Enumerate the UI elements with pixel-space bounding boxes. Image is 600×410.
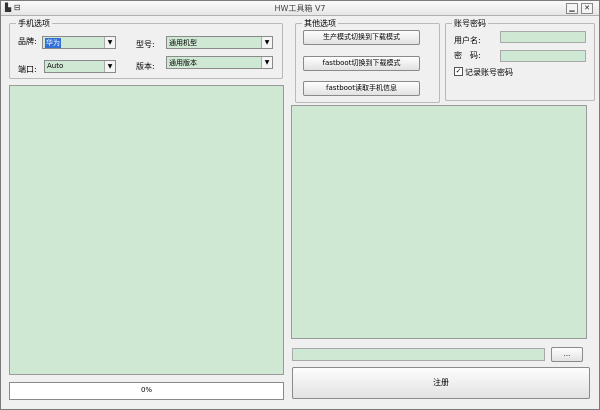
log-panel-right[interactable]: [291, 105, 587, 339]
browse-button[interactable]: ...: [551, 347, 583, 362]
version-value: 通用版本: [169, 59, 197, 67]
brand-select[interactable]: 华为 ▼: [42, 36, 116, 49]
phone-options-legend: 手机选项: [16, 18, 52, 29]
username-label: 用户名:: [454, 36, 481, 45]
password-input[interactable]: [500, 50, 586, 62]
fastboot-read-info-button[interactable]: fastboot读取手机信息: [303, 81, 420, 96]
port-select[interactable]: Auto ▼: [44, 60, 116, 73]
phone-options-group: 手机选项 品牌: 华为 ▼ 型号: 通用机型 ▼ 端口: Auto ▼ 版本: …: [9, 18, 283, 79]
log-panel-left[interactable]: [9, 85, 284, 375]
version-select[interactable]: 通用版本 ▼: [166, 56, 273, 69]
version-label: 版本:: [136, 62, 155, 71]
file-path-input[interactable]: [292, 348, 545, 361]
password-label: 密 码:: [454, 51, 481, 60]
window-title: HW工具箱 V7: [274, 4, 326, 13]
progress-bar: 0%: [9, 382, 284, 400]
chevron-down-icon[interactable]: ▼: [104, 37, 115, 48]
check-icon: ✓: [455, 67, 462, 75]
remember-label[interactable]: 记录账号密码: [465, 67, 513, 78]
app-window: ▙ ⊟ HW工具箱 V7 ▁ ✕ 手机选项 品牌: 华为 ▼ 型号: 通用机型 …: [0, 0, 600, 410]
minimize-icon[interactable]: ▁: [566, 3, 578, 14]
model-value: 通用机型: [169, 39, 197, 47]
account-legend: 账号密码: [452, 18, 488, 29]
close-icon[interactable]: ✕: [581, 3, 593, 14]
brand-value: 华为: [45, 38, 61, 48]
brand-label: 品牌:: [18, 37, 37, 46]
production-to-download-button[interactable]: 生产模式切换到下载模式: [303, 30, 420, 45]
account-group: 账号密码 用户名: 密 码: ✓ 记录账号密码: [445, 18, 595, 101]
port-value: Auto: [47, 62, 64, 70]
model-select[interactable]: 通用机型 ▼: [166, 36, 273, 49]
title-bar[interactable]: ▙ ⊟ HW工具箱 V7 ▁ ✕: [1, 1, 599, 16]
username-input[interactable]: [500, 31, 586, 43]
other-options-legend: 其他选项: [302, 18, 338, 29]
remember-checkbox[interactable]: ✓: [454, 67, 463, 76]
register-button[interactable]: 注册: [292, 367, 590, 399]
model-label: 型号:: [136, 40, 155, 49]
progress-text: 0%: [140, 386, 153, 394]
chevron-down-icon[interactable]: ▼: [261, 37, 272, 48]
chevron-down-icon[interactable]: ▼: [261, 57, 272, 68]
other-options-group: 其他选项 生产模式切换到下载模式 fastboot切换到下载模式 fastboo…: [295, 18, 440, 103]
chevron-down-icon[interactable]: ▼: [104, 61, 115, 72]
port-label: 端口:: [18, 65, 37, 74]
fastboot-to-download-button[interactable]: fastboot切换到下载模式: [303, 56, 420, 71]
